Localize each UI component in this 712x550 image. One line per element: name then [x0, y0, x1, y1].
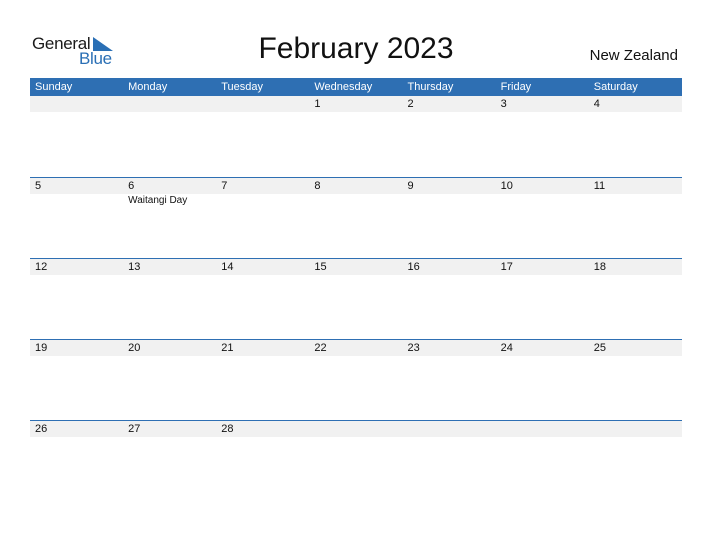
holiday-label: Waitangi Day — [128, 195, 188, 206]
week-row: 5 6 7 8 9 10 11 Waitangi Day — [30, 177, 682, 258]
day-number: 12 — [35, 261, 48, 273]
country-label: New Zealand — [589, 47, 678, 64]
day-number: 7 — [221, 180, 228, 192]
weekday-header-cell: Monday — [128, 81, 168, 93]
day-number-row: 5 6 7 8 9 10 11 — [30, 178, 682, 194]
day-number: 4 — [593, 98, 600, 110]
day-number-row: 1 2 3 4 — [30, 96, 682, 112]
day-number: 18 — [593, 261, 606, 273]
weekday-header-cell: Wednesday — [314, 81, 373, 93]
day-number: 25 — [593, 342, 606, 354]
day-number: 14 — [221, 261, 234, 273]
holiday-label — [309, 194, 402, 207]
calendar-grid: Sunday Monday Tuesday Wednesday Thursday Frid… — [30, 78, 682, 501]
day-number: 20 — [128, 342, 141, 354]
week-row: 26 27 28 — [30, 420, 682, 501]
day-number: 21 — [221, 342, 234, 354]
day-number: 23 — [407, 342, 420, 354]
holiday-label — [403, 194, 496, 207]
day-number: 5 — [35, 180, 42, 192]
day-number: 28 — [221, 423, 234, 435]
holiday-label — [216, 194, 309, 207]
weekday-header-cell: Sunday — [35, 81, 73, 93]
day-number — [216, 96, 309, 112]
holiday-label — [30, 194, 123, 207]
holiday-label — [589, 194, 682, 207]
weekday-header-cell: Friday — [500, 81, 532, 93]
day-number — [496, 421, 589, 437]
weekday-header-cell: Saturday — [593, 81, 638, 93]
day-number: 10 — [500, 180, 513, 192]
day-number: 19 — [35, 342, 48, 354]
day-number: 11 — [593, 180, 606, 192]
day-number: 3 — [500, 98, 507, 110]
day-number: 2 — [407, 98, 414, 110]
day-number: 15 — [314, 261, 327, 273]
weekday-header-cell: Thursday — [407, 81, 454, 93]
day-number-row: 26 27 28 — [30, 421, 682, 437]
day-number: 8 — [314, 180, 321, 192]
day-number — [309, 421, 402, 437]
day-number — [30, 96, 123, 112]
day-number — [589, 421, 682, 437]
week-row: 12 13 14 15 16 17 18 — [30, 258, 682, 339]
event-row: Waitangi Day — [30, 194, 682, 207]
day-number — [123, 96, 216, 112]
holiday-label — [496, 194, 589, 207]
day-number — [403, 421, 496, 437]
weekday-header-cell: Tuesday — [221, 81, 264, 93]
day-number-row: 19 20 21 22 23 24 25 — [30, 340, 682, 356]
day-number: 13 — [128, 261, 141, 273]
week-row: 1 2 3 4 — [30, 96, 682, 177]
weekday-header: Sunday Monday Tuesday Wednesday Thursday Frid… — [30, 78, 682, 96]
day-number: 16 — [407, 261, 420, 273]
day-number: 1 — [314, 98, 321, 110]
day-number: 9 — [407, 180, 414, 192]
day-number: 27 — [128, 423, 141, 435]
day-number: 22 — [314, 342, 327, 354]
day-number: 17 — [500, 261, 513, 273]
day-number: 26 — [35, 423, 48, 435]
day-number-row: 12 13 14 15 16 17 18 — [30, 259, 682, 275]
day-number: 6 — [128, 180, 135, 192]
day-number: 24 — [500, 342, 513, 354]
week-row: 19 20 21 22 23 24 25 — [30, 339, 682, 420]
